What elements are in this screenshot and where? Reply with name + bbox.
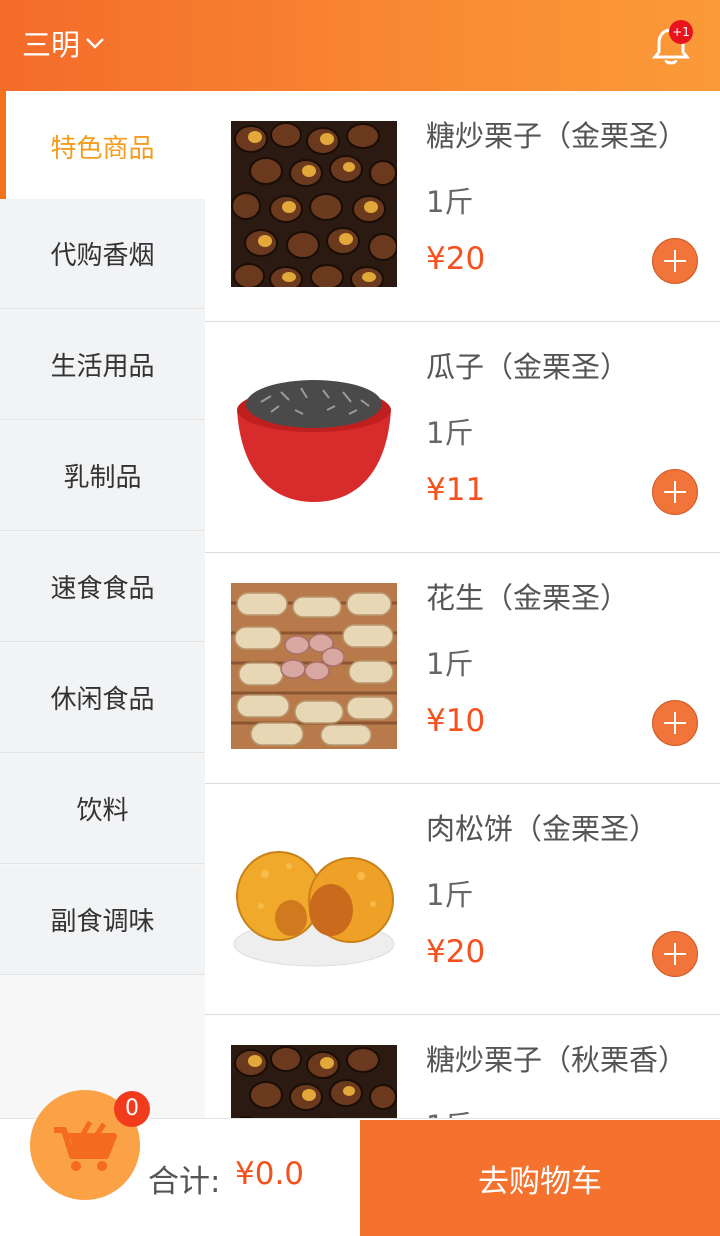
list-item[interactable]: 肉松饼（金栗圣） 1斤 ¥20 — [205, 784, 720, 1015]
total-price: ¥0.0 — [235, 1156, 305, 1192]
product-name: 糖炒栗子（金栗圣） — [426, 119, 688, 153]
add-to-cart-button[interactable] — [652, 469, 698, 515]
product-name: 肉松饼（金栗圣） — [426, 812, 659, 846]
category-label: 饮料 — [76, 796, 129, 826]
product-image-chestnuts — [231, 121, 397, 287]
chevron-down-icon — [86, 38, 104, 49]
city-label: 三明 — [22, 28, 81, 62]
category-label: 代购香烟 — [50, 241, 155, 271]
category-sidebar: 特色商品 代购香烟 生活用品 乳制品 速食食品 休闲食品 饮料 副食调味 — [0, 91, 205, 1118]
product-image-sunflower-seeds — [231, 352, 397, 518]
category-item-instant-food[interactable]: 速食食品 — [0, 532, 205, 642]
add-to-cart-button[interactable] — [652, 238, 698, 284]
product-price: ¥20 — [426, 934, 486, 970]
category-item-daily-goods[interactable]: 生活用品 — [0, 310, 205, 420]
category-label: 特色商品 — [50, 133, 155, 164]
notification-badge: +1 — [669, 20, 693, 44]
category-item-specialty[interactable]: 特色商品 — [0, 91, 205, 201]
list-item[interactable]: 糖炒栗子（金栗圣） 1斤 ¥20 — [205, 91, 720, 322]
category-item-dairy[interactable]: 乳制品 — [0, 421, 205, 531]
product-unit: 1斤 — [426, 878, 474, 912]
category-item-snacks[interactable]: 休闲食品 — [0, 643, 205, 753]
product-unit: 1斤 — [426, 1103, 473, 1118]
category-item-seasoning[interactable]: 副食调味 — [0, 865, 205, 975]
product-name: 瓜子（金栗圣） — [426, 350, 630, 384]
total-label: 合计: — [148, 1164, 221, 1200]
category-label: 生活用品 — [50, 352, 155, 382]
add-to-cart-button[interactable] — [652, 700, 698, 746]
product-list[interactable]: 糖炒栗子（金栗圣） 1斤 ¥20 瓜子（金栗圣） 1斤 ¥11 花生（金栗圣） … — [205, 91, 720, 1118]
product-name: 糖炒栗子（秋栗香） — [426, 1043, 688, 1077]
go-to-cart-button[interactable]: 去购物车 — [360, 1120, 720, 1236]
product-image-chestnuts — [231, 1045, 397, 1118]
product-price: ¥11 — [426, 472, 486, 508]
product-price: ¥10 — [426, 703, 486, 739]
category-item-cigarettes[interactable]: 代购香烟 — [0, 199, 205, 309]
category-label: 副食调味 — [50, 907, 155, 937]
product-unit: 1斤 — [426, 647, 474, 681]
product-image-pork-floss-cake — [231, 814, 397, 980]
product-name: 花生（金栗圣） — [426, 581, 630, 615]
product-unit: 1斤 — [426, 416, 474, 450]
go-to-cart-label: 去购物车 — [478, 1163, 602, 1200]
product-unit: 1斤 — [426, 185, 474, 219]
category-label: 速食食品 — [50, 574, 155, 604]
category-label: 乳制品 — [63, 463, 142, 493]
top-bar: 三明 +1 — [0, 0, 720, 91]
cart-count-badge: 0 — [114, 1091, 150, 1127]
list-item[interactable]: 瓜子（金栗圣） 1斤 ¥11 — [205, 322, 720, 553]
city-selector[interactable]: 三明 — [22, 22, 106, 64]
category-label: 休闲食品 — [50, 685, 155, 715]
list-item[interactable]: 糖炒栗子（秋栗香） 1斤 — [205, 1015, 720, 1118]
list-item[interactable]: 花生（金栗圣） 1斤 ¥10 — [205, 553, 720, 784]
category-item-drinks[interactable]: 饮料 — [0, 754, 205, 864]
product-price: ¥20 — [426, 241, 486, 277]
add-to-cart-button[interactable] — [652, 931, 698, 977]
product-image-peanuts — [231, 583, 397, 749]
